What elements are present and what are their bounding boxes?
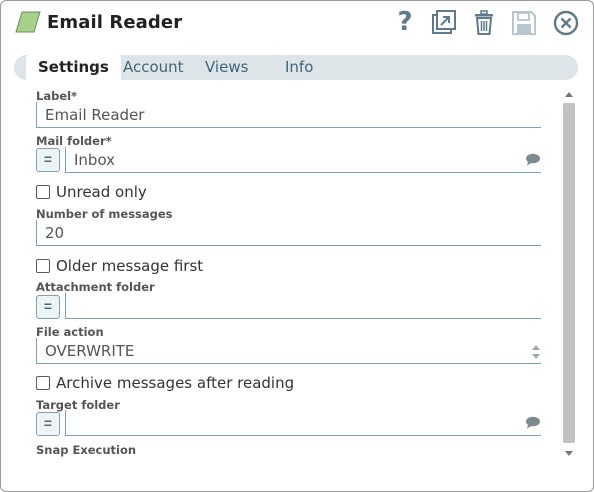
number-of-messages-label: Number of messages bbox=[36, 207, 173, 221]
target-folder-input[interactable] bbox=[65, 410, 541, 436]
scrollbar-thumb[interactable] bbox=[563, 103, 575, 443]
scroll-up-icon[interactable] bbox=[565, 91, 573, 99]
snap-settings-dialog: Email Reader ? Settings Account Views In… bbox=[0, 0, 594, 492]
tab-info[interactable]: Info bbox=[285, 58, 313, 76]
dialog-header: Email Reader ? bbox=[1, 1, 593, 47]
settings-form: Label* Email Reader Mail folder* = Inbox… bbox=[1, 85, 561, 457]
scroll-down-icon[interactable] bbox=[565, 449, 573, 457]
suggestion-icon[interactable] bbox=[525, 416, 541, 429]
help-icon[interactable]: ? bbox=[391, 9, 419, 37]
delete-icon[interactable] bbox=[470, 9, 498, 37]
file-action-select[interactable]: OVERWRITE bbox=[36, 338, 541, 364]
snap-execution-label: Snap Execution bbox=[36, 443, 137, 457]
snap-type-icon bbox=[15, 11, 41, 33]
attachment-folder-label: Attachment folder bbox=[36, 280, 155, 294]
archive-after-reading-label: Archive messages after reading bbox=[56, 374, 295, 392]
unread-only-checkbox[interactable] bbox=[36, 185, 50, 199]
number-of-messages-input[interactable]: 20 bbox=[36, 220, 541, 246]
export-icon[interactable] bbox=[429, 9, 457, 37]
older-message-first-label: Older message first bbox=[56, 257, 204, 275]
older-message-first-checkbox[interactable] bbox=[36, 259, 50, 273]
suggestion-icon[interactable] bbox=[525, 153, 541, 166]
vertical-scrollbar[interactable] bbox=[561, 87, 577, 461]
attachment-folder-expression-toggle[interactable]: = bbox=[36, 295, 60, 319]
tab-settings[interactable]: Settings bbox=[26, 52, 121, 82]
select-arrows-icon bbox=[532, 345, 540, 359]
mail-folder-input[interactable]: Inbox bbox=[65, 147, 541, 173]
tab-views[interactable]: Views bbox=[205, 58, 248, 76]
label-input[interactable]: Email Reader bbox=[36, 102, 541, 128]
mail-folder-label: Mail folder* bbox=[36, 134, 112, 148]
close-icon[interactable] bbox=[552, 9, 580, 37]
label-field-label: Label* bbox=[36, 89, 78, 103]
mail-folder-expression-toggle[interactable]: = bbox=[36, 148, 60, 172]
target-folder-expression-toggle[interactable]: = bbox=[36, 412, 60, 436]
tab-account[interactable]: Account bbox=[123, 58, 184, 76]
file-action-label: File action bbox=[36, 325, 104, 339]
unread-only-label: Unread only bbox=[56, 183, 147, 201]
dialog-title: Email Reader bbox=[47, 12, 183, 33]
attachment-folder-input[interactable] bbox=[65, 293, 541, 319]
archive-after-reading-checkbox[interactable] bbox=[36, 376, 50, 390]
save-icon[interactable] bbox=[510, 9, 538, 37]
tab-bar: Settings Account Views Info bbox=[14, 52, 578, 82]
